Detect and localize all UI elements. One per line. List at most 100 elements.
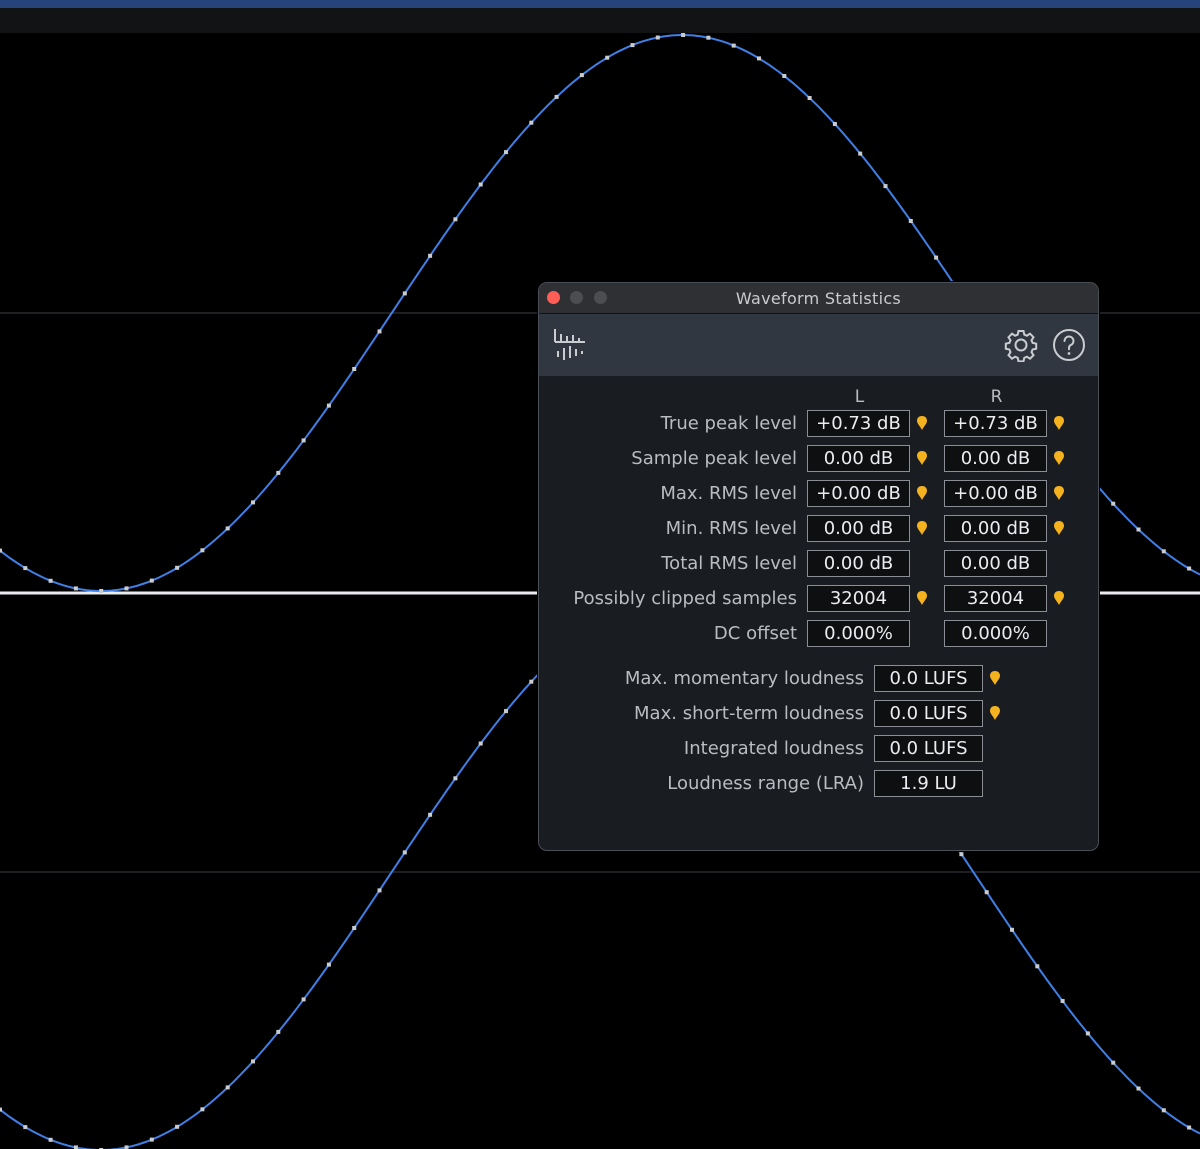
sample-point[interactable] <box>883 184 888 189</box>
sample-point[interactable] <box>301 438 306 443</box>
peak-marker-icon[interactable] <box>989 705 1001 721</box>
sample-point[interactable] <box>453 217 458 222</box>
help-icon[interactable] <box>1052 328 1086 362</box>
sample-point[interactable] <box>251 500 255 505</box>
sample-point[interactable] <box>124 586 129 591</box>
sample-point[interactable] <box>377 329 382 334</box>
sample-point[interactable] <box>731 43 736 48</box>
sample-point[interactable] <box>225 1085 230 1090</box>
sample-point[interactable] <box>48 578 53 583</box>
sample-point[interactable] <box>504 150 508 155</box>
sample-point[interactable] <box>1111 1060 1116 1065</box>
sample-point[interactable] <box>225 526 230 531</box>
sample-point[interactable] <box>757 56 761 61</box>
value-field[interactable]: 0.0 LUFS <box>874 735 983 762</box>
sample-point[interactable] <box>23 566 28 571</box>
sample-point[interactable] <box>200 1107 205 1112</box>
value-field-left[interactable]: 0.00 dB <box>807 445 910 472</box>
sample-point[interactable] <box>529 679 534 684</box>
sample-point[interactable] <box>377 888 382 893</box>
sample-point[interactable] <box>73 1145 78 1149</box>
value-field[interactable]: 0.0 LUFS <box>874 665 983 692</box>
sample-point[interactable] <box>1085 1031 1090 1036</box>
sample-point[interactable] <box>276 1029 281 1034</box>
value-field-right[interactable]: 32004 <box>944 585 1047 612</box>
sample-point[interactable] <box>352 926 357 930</box>
sample-point[interactable] <box>48 1137 53 1142</box>
peak-marker-icon[interactable] <box>916 450 928 466</box>
value-field-left[interactable]: 0.000% <box>807 620 910 647</box>
sample-point[interactable] <box>706 35 711 40</box>
sample-point[interactable] <box>630 43 635 48</box>
sample-point[interactable] <box>858 151 863 156</box>
value-field-left[interactable]: +0.00 dB <box>807 480 910 507</box>
value-field-right[interactable]: 0.00 dB <box>944 515 1047 542</box>
peak-marker-icon[interactable] <box>1053 590 1065 606</box>
gear-icon[interactable] <box>1004 328 1038 362</box>
sample-point[interactable] <box>1161 549 1166 554</box>
sample-point[interactable] <box>908 219 913 223</box>
peak-marker-icon[interactable] <box>916 590 928 606</box>
sample-point[interactable] <box>529 120 534 125</box>
value-field-left[interactable]: 0.00 dB <box>807 550 910 577</box>
sample-point[interactable] <box>934 255 939 260</box>
sample-point[interactable] <box>149 578 154 583</box>
value-field-right[interactable]: 0.00 dB <box>944 550 1047 577</box>
sample-point[interactable] <box>428 812 433 817</box>
sample-point[interactable] <box>99 589 104 593</box>
peak-marker-icon[interactable] <box>1053 485 1065 501</box>
sample-point[interactable] <box>1187 566 1192 571</box>
sample-point[interactable] <box>959 852 964 857</box>
sample-point[interactable] <box>605 55 610 60</box>
dialog-titlebar[interactable]: Waveform Statistics <box>539 283 1098 314</box>
sample-point[interactable] <box>301 997 306 1002</box>
sample-point[interactable] <box>73 586 78 591</box>
sample-point[interactable] <box>124 1145 129 1149</box>
sample-point[interactable] <box>251 1059 255 1064</box>
sample-point[interactable] <box>1111 501 1116 506</box>
sample-point[interactable] <box>453 776 458 781</box>
sample-point[interactable] <box>1060 999 1065 1003</box>
value-field-right[interactable]: 0.00 dB <box>944 445 1047 472</box>
peak-marker-icon[interactable] <box>916 485 928 501</box>
sample-point[interactable] <box>681 33 686 37</box>
sample-point[interactable] <box>326 403 331 408</box>
sample-point[interactable] <box>984 890 989 895</box>
value-field-right[interactable]: +0.00 dB <box>944 480 1047 507</box>
value-field-left[interactable]: 32004 <box>807 585 910 612</box>
sample-point[interactable] <box>478 741 483 746</box>
peak-marker-icon[interactable] <box>1053 520 1065 536</box>
sample-point[interactable] <box>352 367 357 371</box>
sample-point[interactable] <box>402 850 407 855</box>
sample-point[interactable] <box>0 548 2 553</box>
sample-point[interactable] <box>655 35 660 40</box>
peak-marker-icon[interactable] <box>989 670 1001 686</box>
sample-point[interactable] <box>1187 1125 1192 1130</box>
peak-marker-icon[interactable] <box>1053 450 1065 466</box>
sample-point[interactable] <box>554 94 559 99</box>
value-field-right[interactable]: +0.73 dB <box>944 410 1047 437</box>
peak-marker-icon[interactable] <box>1053 415 1065 431</box>
peak-marker-icon[interactable] <box>916 415 928 431</box>
sample-point[interactable] <box>807 96 812 100</box>
sample-point[interactable] <box>832 122 837 126</box>
value-field-left[interactable]: +0.73 dB <box>807 410 910 437</box>
sample-point[interactable] <box>1161 1108 1166 1113</box>
value-field[interactable]: 0.0 LUFS <box>874 700 983 727</box>
sample-point[interactable] <box>200 548 205 553</box>
value-field-left[interactable]: 0.00 dB <box>807 515 910 542</box>
sample-point[interactable] <box>1035 964 1040 969</box>
sample-point[interactable] <box>175 565 180 570</box>
value-field-right[interactable]: 0.000% <box>944 620 1047 647</box>
sample-point[interactable] <box>478 182 483 187</box>
sample-point[interactable] <box>0 1107 2 1112</box>
sample-point[interactable] <box>402 291 407 296</box>
sample-point[interactable] <box>326 962 331 967</box>
peak-marker-icon[interactable] <box>916 520 928 536</box>
sample-point[interactable] <box>1136 1086 1141 1091</box>
sample-point[interactable] <box>149 1137 154 1142</box>
sample-point[interactable] <box>175 1124 180 1129</box>
sample-point[interactable] <box>23 1125 28 1130</box>
sample-point[interactable] <box>504 709 508 714</box>
sample-point[interactable] <box>276 470 281 475</box>
